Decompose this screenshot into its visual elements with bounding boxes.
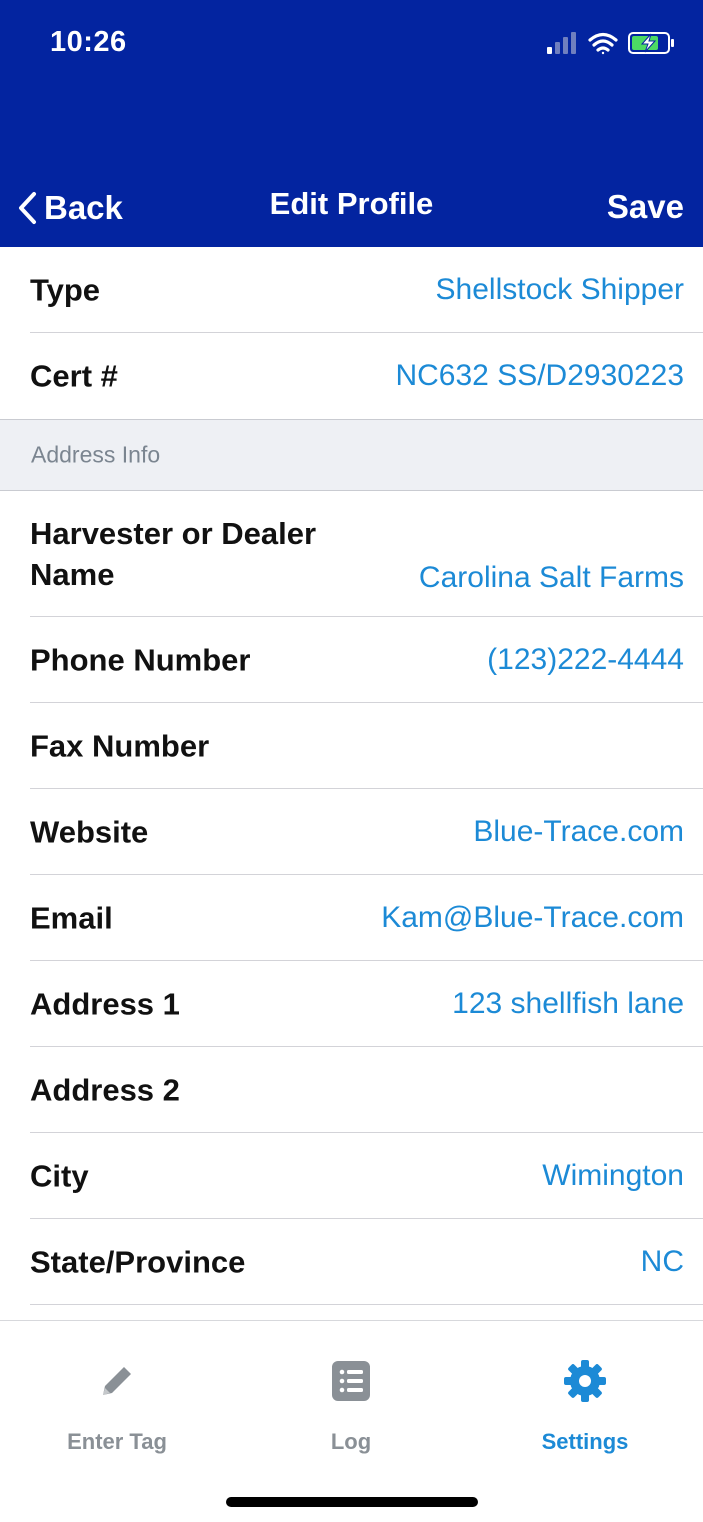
row-phone[interactable]: Phone Number (123)222-4444 xyxy=(0,617,703,703)
status-icons xyxy=(547,32,674,55)
list-icon xyxy=(332,1361,370,1401)
row-value: 123 shellfish lane xyxy=(452,987,684,1020)
row-value: Shellstock Shipper xyxy=(435,273,684,306)
row-fax[interactable]: Fax Number xyxy=(0,703,703,789)
tab-log[interactable]: Log xyxy=(234,1321,468,1471)
section-header-address: Address Info xyxy=(0,419,703,491)
row-value: Wimington xyxy=(542,1159,684,1192)
tab-label: Log xyxy=(330,1429,372,1454)
row-label: Address 2 xyxy=(30,1072,180,1108)
wifi-icon xyxy=(588,32,618,55)
pencil-icon xyxy=(103,1367,131,1395)
profile-form: Type Shellstock Shipper Cert # NC632 SS/… xyxy=(0,247,703,1305)
tab-enter-tag[interactable]: Enter Tag xyxy=(0,1321,234,1471)
row-label: Phone Number xyxy=(30,642,251,678)
home-indicator xyxy=(226,1497,478,1507)
section-label: Address Info xyxy=(31,441,161,468)
row-value: Kam@Blue-Trace.com xyxy=(381,901,684,934)
row-dealer-name[interactable]: Harvester or Dealer Name Carolina Salt F… xyxy=(0,491,703,617)
row-cert[interactable]: Cert # NC632 SS/D2930223 xyxy=(0,333,703,419)
row-label: Website xyxy=(30,814,149,850)
row-address-2[interactable]: Address 2 xyxy=(0,1047,703,1133)
row-value: (123)222-4444 xyxy=(487,643,684,676)
battery-charging-icon xyxy=(628,32,674,54)
row-label: City xyxy=(30,1158,89,1194)
row-label: Email xyxy=(30,900,113,936)
tab-settings[interactable]: Settings xyxy=(468,1321,702,1471)
row-city[interactable]: City Wimington xyxy=(0,1133,703,1219)
row-label: State/Province xyxy=(30,1244,246,1280)
row-type[interactable]: Type Shellstock Shipper xyxy=(0,247,703,333)
page-title: Edit Profile xyxy=(269,186,434,221)
signal-icon xyxy=(547,32,576,54)
navigation-header: 10:26 Back Edit Profile Save xyxy=(0,0,703,247)
row-state[interactable]: State/Province NC xyxy=(0,1219,703,1305)
row-value: NC632 SS/D2930223 xyxy=(395,359,684,392)
row-value: Blue-Trace.com xyxy=(473,815,684,848)
tab-label: Enter Tag xyxy=(67,1429,167,1454)
row-label: Harvester or Dealer Name xyxy=(30,516,317,592)
save-button[interactable]: Save xyxy=(607,188,684,226)
gear-icon xyxy=(564,1360,606,1402)
row-value: NC xyxy=(640,1245,684,1278)
tab-label: Settings xyxy=(541,1429,629,1454)
status-time: 10:26 xyxy=(50,26,127,58)
row-label: Cert # xyxy=(30,358,118,394)
row-label: Address 1 xyxy=(30,986,180,1022)
row-address-1[interactable]: Address 1 123 shellfish lane xyxy=(0,961,703,1047)
row-label: Type xyxy=(30,272,101,308)
row-label: Fax Number xyxy=(30,728,210,764)
row-email[interactable]: Email Kam@Blue-Trace.com xyxy=(0,875,703,961)
tab-bar: Enter Tag Log Settings xyxy=(0,1320,703,1522)
row-website[interactable]: Website Blue-Trace.com xyxy=(0,789,703,875)
row-value: Carolina Salt Farms xyxy=(418,561,684,594)
